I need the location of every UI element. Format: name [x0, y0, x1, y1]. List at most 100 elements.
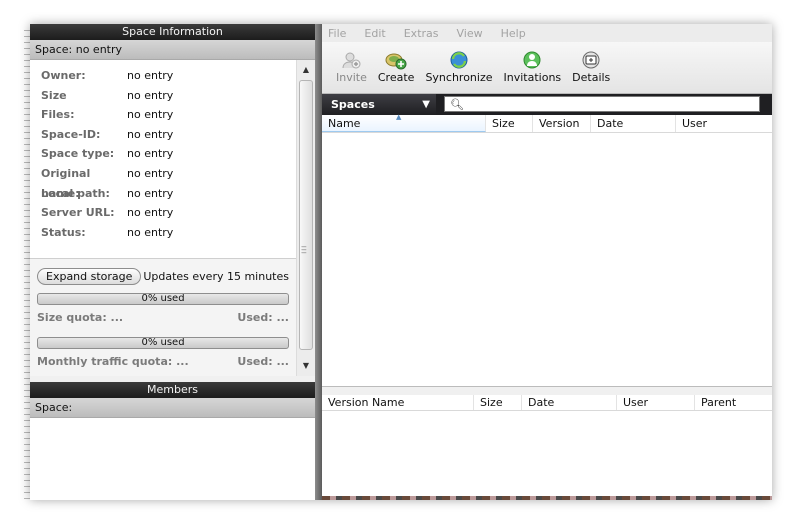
- field-space-id: Space-ID: no entry: [41, 125, 296, 145]
- create-button[interactable]: Create: [377, 50, 415, 84]
- sort-ascending-icon: ▲: [396, 113, 402, 121]
- column-version-parent[interactable]: Parent: [695, 395, 772, 410]
- dropdown-arrow-icon: ▼: [422, 99, 430, 110]
- versions-table-header: Version Name Size Date User Parent: [322, 395, 772, 411]
- toolbar: Invite Create Synchronize Invitations De…: [322, 42, 772, 94]
- scroll-down-arrow-icon[interactable]: ▼: [297, 358, 315, 374]
- field-size: Size no entry: [41, 86, 296, 106]
- column-version-name[interactable]: Version Name: [322, 395, 474, 410]
- versions-list[interactable]: [322, 411, 772, 497]
- app-window: Space Information Space: no entry Owner:…: [30, 24, 772, 500]
- menu-bar: File Edit Extras View Help: [322, 24, 772, 42]
- invite-icon: [340, 50, 362, 70]
- details-icon: [580, 50, 602, 70]
- left-pane: Space Information Space: no entry Owner:…: [30, 24, 315, 500]
- field-label: Status:: [41, 225, 86, 239]
- field-value: no entry: [127, 69, 174, 82]
- size-used-label: Used: ...: [237, 311, 289, 324]
- create-label: Create: [377, 71, 415, 84]
- field-label: Space-ID:: [41, 127, 101, 141]
- desktop-background-strip: [322, 496, 772, 500]
- field-value: no entry: [127, 186, 174, 200]
- members-space-bar: Space:: [30, 398, 315, 418]
- field-label: Owner:: [41, 69, 86, 82]
- search-icon: 🔍︎: [450, 98, 464, 111]
- space-info-fields: Owner: no entry Size no entry Files: no ent…: [30, 60, 296, 258]
- column-version-size[interactable]: Size: [474, 395, 522, 410]
- column-user[interactable]: User: [676, 115, 772, 132]
- field-files: Files: no entry: [41, 105, 296, 125]
- size-quota-progress-bar: 0% used: [37, 293, 289, 305]
- right-pane: File Edit Extras View Help Invite Create: [322, 24, 772, 500]
- column-size[interactable]: Size: [486, 115, 533, 132]
- field-status: Status: no entry: [41, 223, 296, 243]
- space-name-bar: Space: no entry: [30, 40, 315, 60]
- column-name[interactable]: ▲ Name: [322, 113, 486, 132]
- traffic-used-label: Used: ...: [237, 355, 289, 368]
- spaces-list[interactable]: [322, 133, 772, 387]
- field-label: Files:: [41, 108, 75, 122]
- size-quota-progress-text: 0% used: [141, 293, 185, 304]
- create-icon: [385, 50, 407, 70]
- space-value: no entry: [75, 43, 123, 56]
- traffic-quota-progress-text: 0% used: [141, 337, 185, 348]
- space-info-content: Owner: no entry Size no entry Files: no ent…: [30, 60, 296, 376]
- members-panel: Members Space:: [30, 382, 315, 500]
- field-label: Space type:: [41, 147, 115, 161]
- synchronize-button[interactable]: Synchronize: [425, 50, 493, 84]
- updates-interval-text: Updates every 15 minutes: [143, 269, 289, 283]
- field-value: no entry: [127, 206, 174, 220]
- invitations-label: Invitations: [503, 71, 562, 84]
- field-label: Size: [41, 88, 67, 102]
- spaces-dropdown[interactable]: Spaces ▼: [322, 94, 436, 115]
- scroll-thumb[interactable]: [299, 80, 313, 350]
- column-date[interactable]: Date: [591, 115, 676, 132]
- field-server-url: Server URL: no entry: [41, 203, 296, 223]
- details-button[interactable]: Details: [572, 50, 610, 84]
- space-info-scrollbar[interactable]: ▲ ‒ ‒ ‒ ▼: [296, 60, 315, 376]
- expand-storage-button[interactable]: Expand storage: [37, 267, 142, 285]
- field-label: Local path:: [41, 186, 110, 200]
- pane-splitter[interactable]: [315, 24, 322, 500]
- field-label: Original name:: [41, 166, 91, 200]
- menu-edit[interactable]: Edit: [364, 27, 385, 40]
- scroll-grip-icon: ‒ ‒ ‒: [301, 242, 307, 258]
- invite-label: Invite: [336, 71, 367, 84]
- field-local-path: Local path: no entry: [41, 184, 296, 204]
- column-version-date[interactable]: Date: [522, 395, 617, 410]
- column-version[interactable]: Version: [533, 115, 591, 132]
- menu-extras[interactable]: Extras: [404, 27, 439, 40]
- members-header: Members: [30, 382, 315, 398]
- invite-button[interactable]: Invite: [336, 50, 367, 84]
- details-label: Details: [572, 71, 611, 84]
- invitations-button[interactable]: Invitations: [503, 50, 562, 84]
- synchronize-icon: [448, 50, 470, 70]
- traffic-quota-progress-bar: 0% used: [37, 337, 289, 349]
- field-value: no entry: [127, 147, 174, 161]
- column-version-user[interactable]: User: [617, 395, 695, 410]
- spaces-search-input[interactable]: 🔍︎: [444, 96, 760, 112]
- scroll-up-arrow-icon[interactable]: ▲: [297, 62, 315, 78]
- spaces-dropdown-label: Spaces: [331, 98, 375, 111]
- field-value: no entry: [127, 127, 174, 141]
- menu-file[interactable]: File: [328, 27, 346, 40]
- invitations-icon: [521, 50, 543, 70]
- field-space-type: Space type: no entry: [41, 144, 296, 164]
- field-value: no entry: [127, 108, 174, 122]
- size-quota-label: Size quota: ...: [37, 311, 124, 324]
- column-name-label: Name: [328, 117, 361, 130]
- menu-view[interactable]: View: [457, 27, 483, 40]
- quota-section: Expand storage Updates every 15 minutes …: [30, 258, 296, 377]
- traffic-quota-label: Monthly traffic quota: ...: [37, 355, 189, 368]
- spaces-table-header: ▲ Name Size Version Date User: [322, 113, 772, 133]
- field-value: no entry: [127, 88, 174, 102]
- space-information-header: Space Information: [30, 24, 315, 40]
- traffic-quota-row: Monthly traffic quota: ... Used: ...: [37, 353, 289, 371]
- list-divider: [322, 387, 772, 395]
- field-value: no entry: [127, 166, 174, 180]
- spaces-bar: Spaces ▼ 🔍︎: [322, 94, 772, 115]
- menu-help[interactable]: Help: [501, 27, 526, 40]
- space-label: Space:: [35, 43, 73, 56]
- expand-storage-row: Expand storage Updates every 15 minutes: [37, 265, 289, 287]
- synchronize-label: Synchronize: [425, 71, 493, 84]
